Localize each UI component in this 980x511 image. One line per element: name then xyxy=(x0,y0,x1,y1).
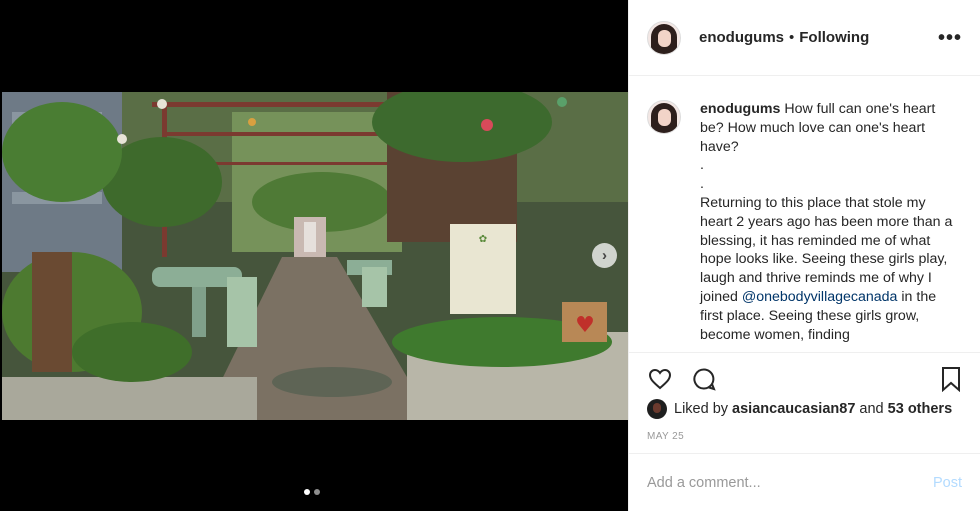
post-date[interactable]: MAY 25 xyxy=(647,431,684,442)
comment-bubble-icon[interactable] xyxy=(691,366,717,392)
likes-prefix: Liked by xyxy=(674,401,729,417)
action-icons xyxy=(647,366,717,392)
comment-box: Add a comment... Post xyxy=(629,453,980,511)
carousel-next-button[interactable]: › xyxy=(592,243,617,268)
following-button[interactable]: Following xyxy=(799,29,869,46)
bookmark-icon[interactable] xyxy=(938,366,964,393)
mention-link[interactable]: @onebodyvillagecanada xyxy=(742,289,898,305)
more-options-icon[interactable]: ••• xyxy=(938,28,962,48)
post-photo[interactable]: ✿ ♥ xyxy=(2,92,628,420)
carousel-indicator xyxy=(304,489,320,495)
likes-summary: Liked by asiancaucasian87 and 53 others xyxy=(647,399,952,419)
caption-dot-1: . xyxy=(700,157,704,174)
chevron-right-icon: › xyxy=(602,247,607,264)
post-sidebar: enodugums • Following ••• enodugums How … xyxy=(628,0,980,511)
post-header: enodugums • Following ••• xyxy=(629,0,980,76)
author-username[interactable]: enodugums xyxy=(699,29,784,46)
liker-avatar[interactable] xyxy=(647,399,667,419)
like-heart-icon[interactable] xyxy=(647,366,673,392)
post-comment-button[interactable]: Post xyxy=(933,475,962,491)
liker-username[interactable]: asiancaucasian87 xyxy=(732,401,855,417)
caption-avatar[interactable] xyxy=(647,100,681,134)
carousel-dot xyxy=(314,489,320,495)
comment-input[interactable]: Add a comment... xyxy=(647,475,761,491)
author-avatar[interactable] xyxy=(647,20,681,55)
media-pane: ✿ ♥ › xyxy=(0,0,628,511)
carousel-dot-active xyxy=(304,489,310,495)
svg-text:✿: ✿ xyxy=(479,234,487,245)
likes-and: and xyxy=(859,401,884,417)
caption-dot-2: . xyxy=(700,176,704,193)
caption-area[interactable]: enodugums How full can one's heart be? H… xyxy=(629,76,980,351)
header-separator: • xyxy=(789,29,795,46)
caption-text: enodugums How full can one's heart be? H… xyxy=(700,100,960,344)
svg-text:♥: ♥ xyxy=(575,313,595,338)
caption-username[interactable]: enodugums xyxy=(700,101,780,117)
post-actions: Liked by asiancaucasian87 and 53 others … xyxy=(629,352,980,453)
caption: enodugums How full can one's heart be? H… xyxy=(647,100,966,344)
likes-others-link[interactable]: 53 others xyxy=(888,401,952,417)
